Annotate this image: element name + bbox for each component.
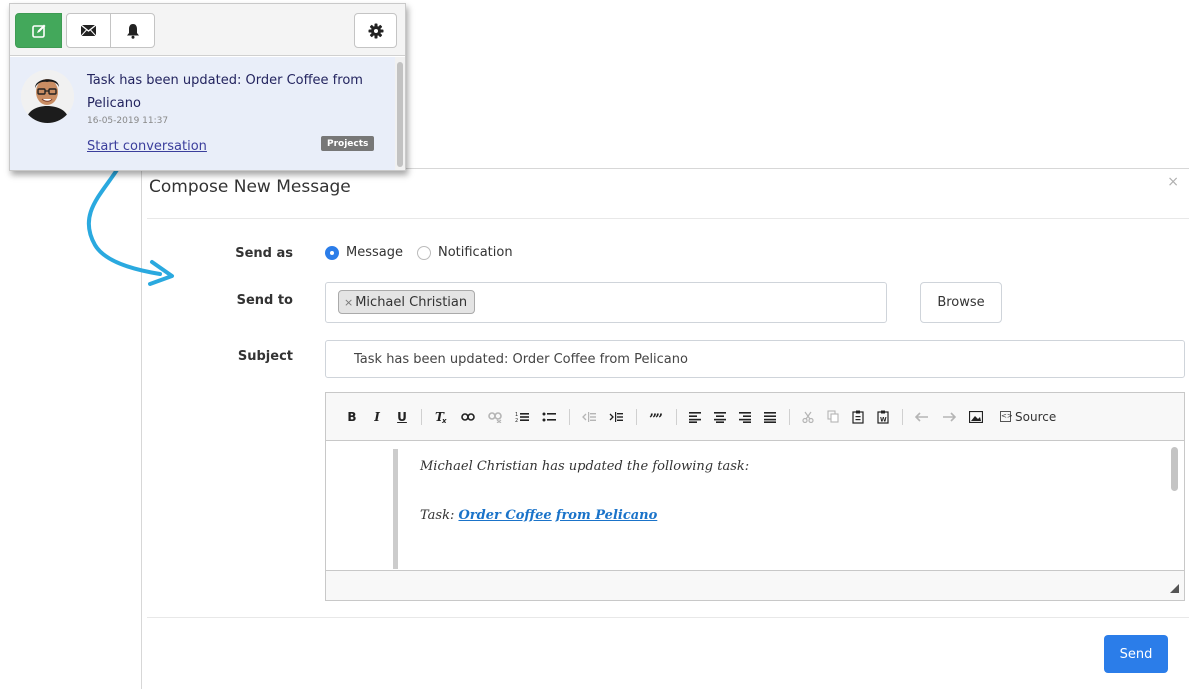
messages-button[interactable] [66, 13, 111, 48]
notification-timestamp: 16-05-2019 11:37 [87, 116, 169, 126]
start-conversation-link[interactable]: Start conversation [87, 139, 207, 154]
paste-word-icon[interactable]: W [877, 410, 889, 424]
divider [147, 617, 1189, 618]
notifications-button[interactable] [110, 13, 155, 48]
category-badge: Projects [321, 136, 375, 151]
blockquote-icon[interactable]: ”” [649, 412, 663, 422]
align-right-icon[interactable] [739, 411, 751, 423]
settings-button[interactable] [354, 13, 397, 48]
svg-text:x: x [441, 417, 447, 424]
task-prefix: Task: [420, 508, 455, 523]
divider [147, 218, 1189, 219]
cut-icon[interactable] [802, 411, 814, 423]
resize-handle-icon[interactable] [1170, 584, 1179, 593]
send-to-label: Send to [236, 293, 293, 308]
justify-icon[interactable] [764, 411, 776, 423]
recipient-tag: × Michael Christian [338, 290, 476, 314]
bell-icon [126, 23, 139, 39]
popup-scrollbar[interactable] [395, 57, 405, 170]
blockquote: Michael Christian has updated the follow… [393, 449, 1113, 569]
numbered-list-icon[interactable]: 12 [515, 411, 529, 423]
curved-arrow-icon [86, 153, 174, 286]
toolbar-separator [421, 408, 422, 425]
notification-title[interactable]: Task has been updated: Order Coffee from… [87, 69, 377, 115]
redo-icon[interactable] [942, 411, 956, 422]
svg-text:2: 2 [515, 418, 518, 423]
subject-input[interactable]: Task has been updated: Order Coffee from… [325, 340, 1185, 378]
outdent-icon[interactable] [582, 411, 596, 423]
task-link[interactable]: from Pelicano [556, 508, 657, 523]
radio-notification[interactable] [416, 245, 431, 260]
italic-button[interactable]: I [371, 410, 383, 424]
source-button[interactable]: <> Source [1000, 410, 1056, 424]
radio-message-label[interactable]: Message [346, 245, 403, 260]
link-icon[interactable] [461, 412, 475, 422]
editor-footer [326, 570, 1184, 600]
recipient-name: Michael Christian [355, 294, 468, 310]
popup-scrollbar-thumb[interactable] [397, 62, 403, 167]
close-icon[interactable]: × [1167, 174, 1179, 190]
send-to-input[interactable]: × Michael Christian [325, 282, 887, 323]
editor-content[interactable]: Michael Christian has updated the follow… [326, 442, 1184, 571]
browse-button[interactable]: Browse [920, 282, 1002, 323]
align-center-icon[interactable] [714, 411, 726, 423]
svg-text:”: ” [655, 412, 663, 422]
source-icon: <> [1000, 411, 1013, 422]
quote-text: Michael Christian has updated the follow… [420, 459, 750, 474]
align-left-icon[interactable] [689, 411, 701, 423]
avatar [21, 70, 74, 123]
toolbar-separator [676, 408, 677, 425]
send-as-label: Send as [235, 246, 293, 261]
radio-message[interactable] [325, 245, 339, 260]
editor-toolbar: B I U Tx 12 ”” W <> Source [326, 393, 1184, 441]
compose-button[interactable] [15, 13, 62, 48]
remove-format-icon[interactable]: Tx [434, 410, 448, 424]
envelope-icon [80, 24, 97, 37]
paste-icon[interactable] [852, 410, 864, 424]
radio-notification-label[interactable]: Notification [438, 245, 513, 260]
notification-item[interactable]: Task has been updated: Order Coffee from… [10, 57, 395, 170]
source-label: Source [1015, 409, 1057, 424]
notification-popup: Task has been updated: Order Coffee from… [9, 3, 406, 171]
svg-text:W: W [880, 416, 887, 423]
toolbar-separator [902, 408, 903, 425]
undo-icon[interactable] [915, 411, 929, 422]
editor-scrollbar[interactable] [1171, 447, 1178, 491]
send-button[interactable]: Send [1104, 635, 1168, 673]
indent-icon[interactable] [609, 411, 623, 423]
image-icon[interactable] [969, 410, 983, 423]
bold-button[interactable]: B [346, 410, 358, 424]
rich-text-editor: B I U Tx 12 ”” W <> Source Michael Chris… [325, 392, 1185, 601]
send-as-options: Message Notification [325, 245, 527, 260]
compose-icon [31, 24, 45, 38]
underline-button[interactable]: U [396, 410, 408, 424]
toolbar-separator [789, 408, 790, 425]
toolbar-separator [636, 408, 637, 425]
task-link[interactable]: Order Coffee [458, 508, 551, 523]
popup-toolbar [10, 4, 405, 56]
subject-label: Subject [237, 349, 293, 364]
task-line: Task: Order Coffee from Pelicano [420, 508, 657, 523]
toolbar-separator [569, 408, 570, 425]
compose-modal: Compose New Message × Send as Message No… [141, 168, 1189, 689]
unlink-icon[interactable] [488, 411, 502, 423]
copy-icon[interactable] [827, 410, 839, 423]
bulleted-list-icon[interactable] [542, 411, 556, 423]
gear-icon [368, 23, 383, 38]
remove-recipient-icon[interactable]: × [344, 296, 353, 309]
